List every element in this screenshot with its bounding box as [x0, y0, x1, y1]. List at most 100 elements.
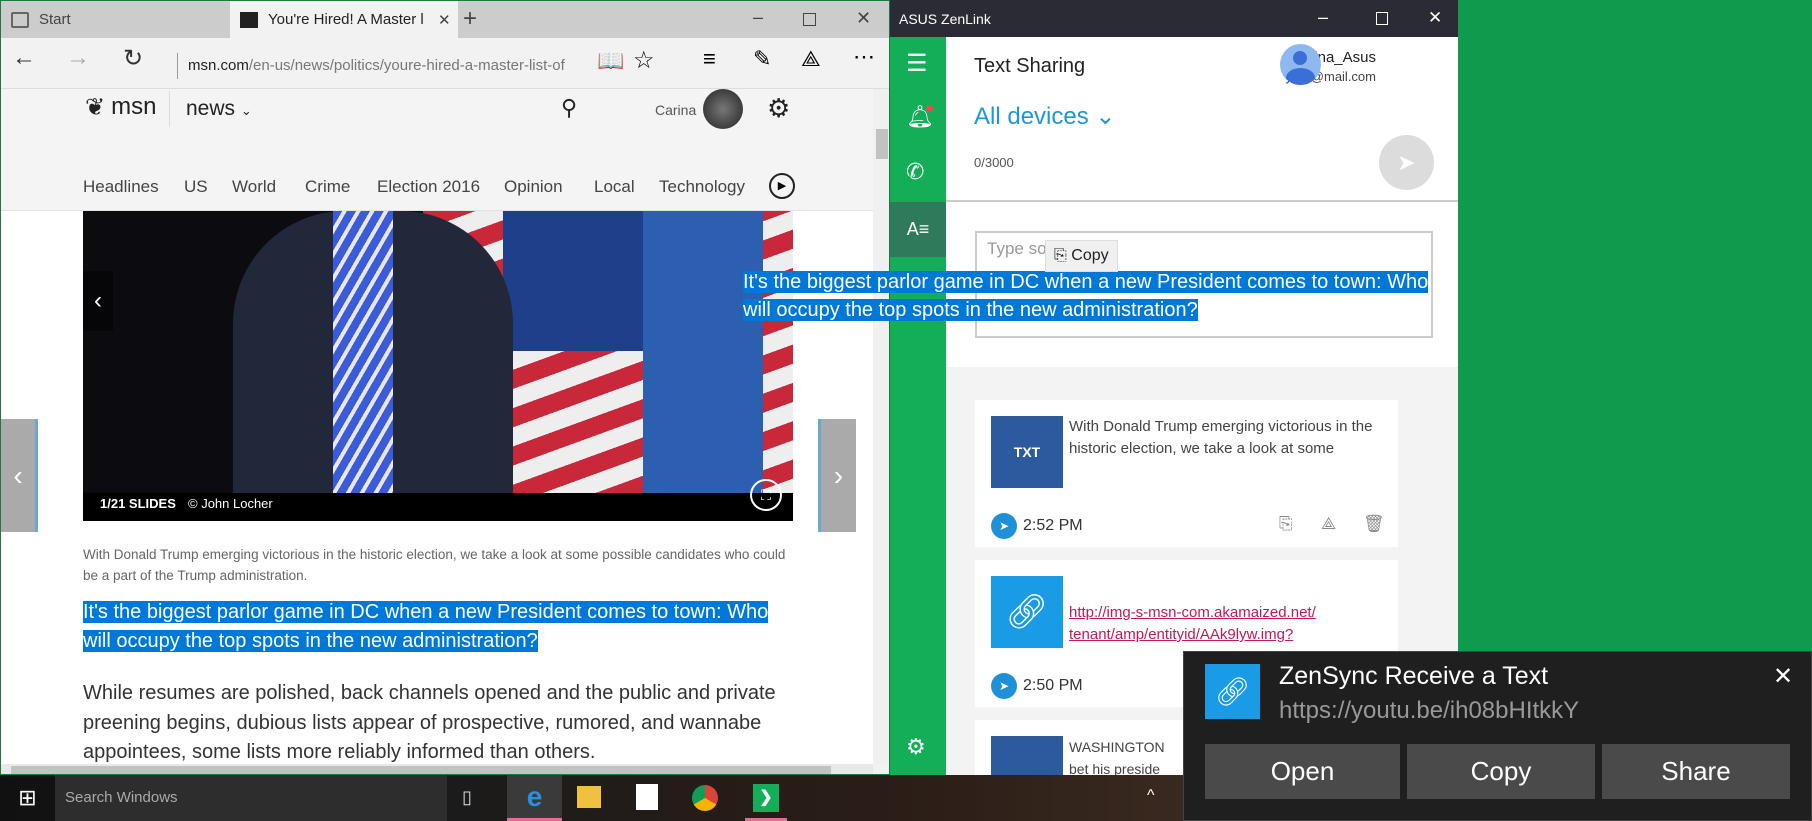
maximize-button[interactable] [1376, 12, 1388, 25]
refresh-icon[interactable]: ↻ [118, 44, 148, 73]
zenlink-icon: ❯ [753, 784, 779, 812]
text-sharing-icon[interactable]: A≡ [890, 202, 946, 257]
nav-headlines[interactable]: Headlines [83, 177, 159, 197]
item-link[interactable]: http://img-s-msn-com.akamaized.net/ tena… [1069, 602, 1339, 646]
nav-us[interactable]: US [184, 177, 208, 197]
url-domain: msn.com [188, 57, 249, 74]
vertical-scrollbar[interactable] [873, 89, 889, 764]
sent-icon: ➤ [991, 673, 1017, 699]
user-avatar[interactable] [1280, 44, 1321, 85]
msn-logo-text: msn [111, 93, 157, 120]
notification-url[interactable]: https://youtu.be/ih08bHItkkY [1279, 697, 1579, 725]
selected-text: will occupy the top spots in the new adm… [83, 630, 538, 652]
copy-icon[interactable]: ⎘ [1279, 514, 1293, 534]
url-bar[interactable]: msn.com/en-us/news/politics/youre-hired-… [177, 53, 565, 79]
msn-logo[interactable]: ❦ msn [85, 93, 156, 122]
selected-text: It's the biggest parlor game in DC when … [83, 601, 769, 623]
open-button[interactable]: Open [1205, 744, 1400, 799]
settings-gear-icon[interactable]: ⚙ [906, 734, 926, 760]
photo-credit: © John Locher [188, 496, 273, 511]
close-button[interactable]: ✕ [856, 8, 871, 29]
share-icon[interactable]: ⟁ [1321, 514, 1336, 534]
url-path: /en-us/news/politics/youre-hired-a-maste… [248, 57, 565, 74]
reading-view-icon[interactable]: 📖 [597, 48, 624, 74]
close-tab-icon[interactable]: ✕ [438, 11, 451, 29]
list-item[interactable]: TXT With Donald Trump emerging victoriou… [975, 400, 1398, 547]
edge-taskbar-icon[interactable]: e [507, 775, 562, 821]
toast-notification: 🔗︎ ZenSync Receive a Text https://youtu.… [1183, 651, 1812, 821]
file-explorer-icon[interactable] [577, 786, 601, 808]
zenlink-taskbar-button[interactable]: ❯ [745, 775, 787, 821]
tooltip-label: Copy [1071, 247, 1109, 264]
nav-opinion[interactable]: Opinion [504, 177, 563, 197]
share-icon[interactable]: ⟁ [801, 46, 821, 72]
send-button[interactable]: ➤ [1379, 135, 1434, 190]
task-view-icon[interactable]: ▯ [462, 787, 472, 808]
page-title: Text Sharing [974, 55, 1086, 77]
avatar[interactable] [703, 89, 743, 129]
hamburger-menu-icon[interactable]: ☰ [906, 49, 928, 78]
edge-browser-window: Start You're Hired! A Master l ✕ + – ✕ ← … [0, 0, 890, 775]
nav-world[interactable]: World [232, 177, 276, 197]
fullscreen-icon[interactable]: ⛶ [750, 479, 782, 511]
web-page: ❦ msn news ⌄ ⚲ Carina ⚙ Headlines US Worl… [1, 89, 873, 764]
device-selector[interactable]: All devices ⌄ [974, 102, 1116, 131]
nav-next-icon[interactable]: ▶ [769, 173, 795, 199]
minimize-button[interactable]: – [753, 7, 763, 28]
maximize-button[interactable] [803, 13, 816, 26]
favorite-star-icon[interactable]: ☆ [633, 46, 655, 75]
phone-icon[interactable]: ✆ [906, 159, 924, 185]
new-tab-button[interactable]: + [463, 5, 477, 33]
nav-election-2016[interactable]: Election 2016 [377, 177, 480, 197]
gear-icon[interactable]: ⚙ [767, 93, 790, 124]
slide-counter: 1/21 SLIDES [100, 496, 176, 511]
slideshow-photo: ‹ 1/21 SLIDES © John Locher ⛶ [83, 211, 793, 521]
input-placeholder: Type so [987, 239, 1047, 258]
article-paragraph: While resumes are polished, back channel… [83, 682, 776, 763]
tab-start[interactable]: Start [1, 1, 230, 38]
prev-article-button[interactable]: ‹ [1, 419, 38, 532]
search-box[interactable]: Search Windows [55, 775, 447, 821]
store-icon[interactable] [636, 784, 658, 810]
forward-icon[interactable]: → [63, 44, 93, 72]
windows-start-icon[interactable]: ⊞ [0, 775, 55, 821]
chevron-up-icon[interactable]: ^ [1147, 787, 1155, 805]
notification-dot [926, 105, 933, 112]
scroll-thumb[interactable] [11, 766, 831, 774]
web-note-icon[interactable]: ✎ [753, 46, 771, 72]
scroll-thumb[interactable] [876, 129, 888, 159]
tab-label: You're Hired! A Master l [268, 11, 424, 28]
close-icon[interactable]: ✕ [1773, 662, 1793, 691]
next-article-button[interactable]: › [818, 419, 856, 532]
nav-technology[interactable]: Technology [659, 177, 745, 197]
drag-line: It's the biggest parlor game in DC when … [743, 271, 1429, 293]
item-time: 2:50 PM [1023, 677, 1083, 694]
address-toolbar: ← → ↻ msn.com/en-us/news/politics/youre-… [1, 38, 889, 89]
delete-icon[interactable]: 🗑︎ [1363, 514, 1385, 534]
horizontal-scrollbar[interactable] [1, 764, 873, 774]
hub-icon[interactable]: ≡ [703, 46, 716, 72]
selected-paragraph[interactable]: It's the biggest parlor game in DC when … [83, 598, 793, 656]
link-icon: 🔗︎ [991, 576, 1063, 648]
minimize-button[interactable]: – [1318, 7, 1328, 28]
news-menu[interactable]: news ⌄ [186, 97, 252, 121]
user-name: Carina [655, 102, 697, 118]
close-button[interactable]: ✕ [1428, 8, 1442, 28]
start-page-icon [11, 11, 29, 28]
flag-canton [503, 211, 643, 351]
tab-article[interactable]: You're Hired! A Master l ✕ [230, 1, 458, 38]
notification-title: ZenSync Receive a Text [1279, 662, 1549, 690]
share-button[interactable]: Share [1602, 744, 1790, 799]
copy-button[interactable]: Copy [1407, 744, 1595, 799]
more-icon[interactable]: ⋯ [853, 44, 875, 70]
chrome-icon[interactable] [692, 785, 718, 811]
butterfly-icon: ❦ [85, 94, 106, 121]
slide-prev-icon[interactable]: ‹ [83, 271, 113, 331]
nav-local[interactable]: Local [594, 177, 635, 197]
back-icon[interactable]: ← [9, 44, 39, 72]
msn-header: ❦ msn news ⌄ ⚲ Carina ⚙ Headlines US Worl… [1, 89, 873, 211]
search-icon[interactable]: ⚲ [561, 95, 577, 121]
item-time: 2:52 PM [1023, 517, 1083, 534]
zenlink-sidebar: ☰ 🔔︎ ✆ A≡ ⚙ [890, 37, 946, 775]
nav-crime[interactable]: Crime [305, 177, 350, 197]
